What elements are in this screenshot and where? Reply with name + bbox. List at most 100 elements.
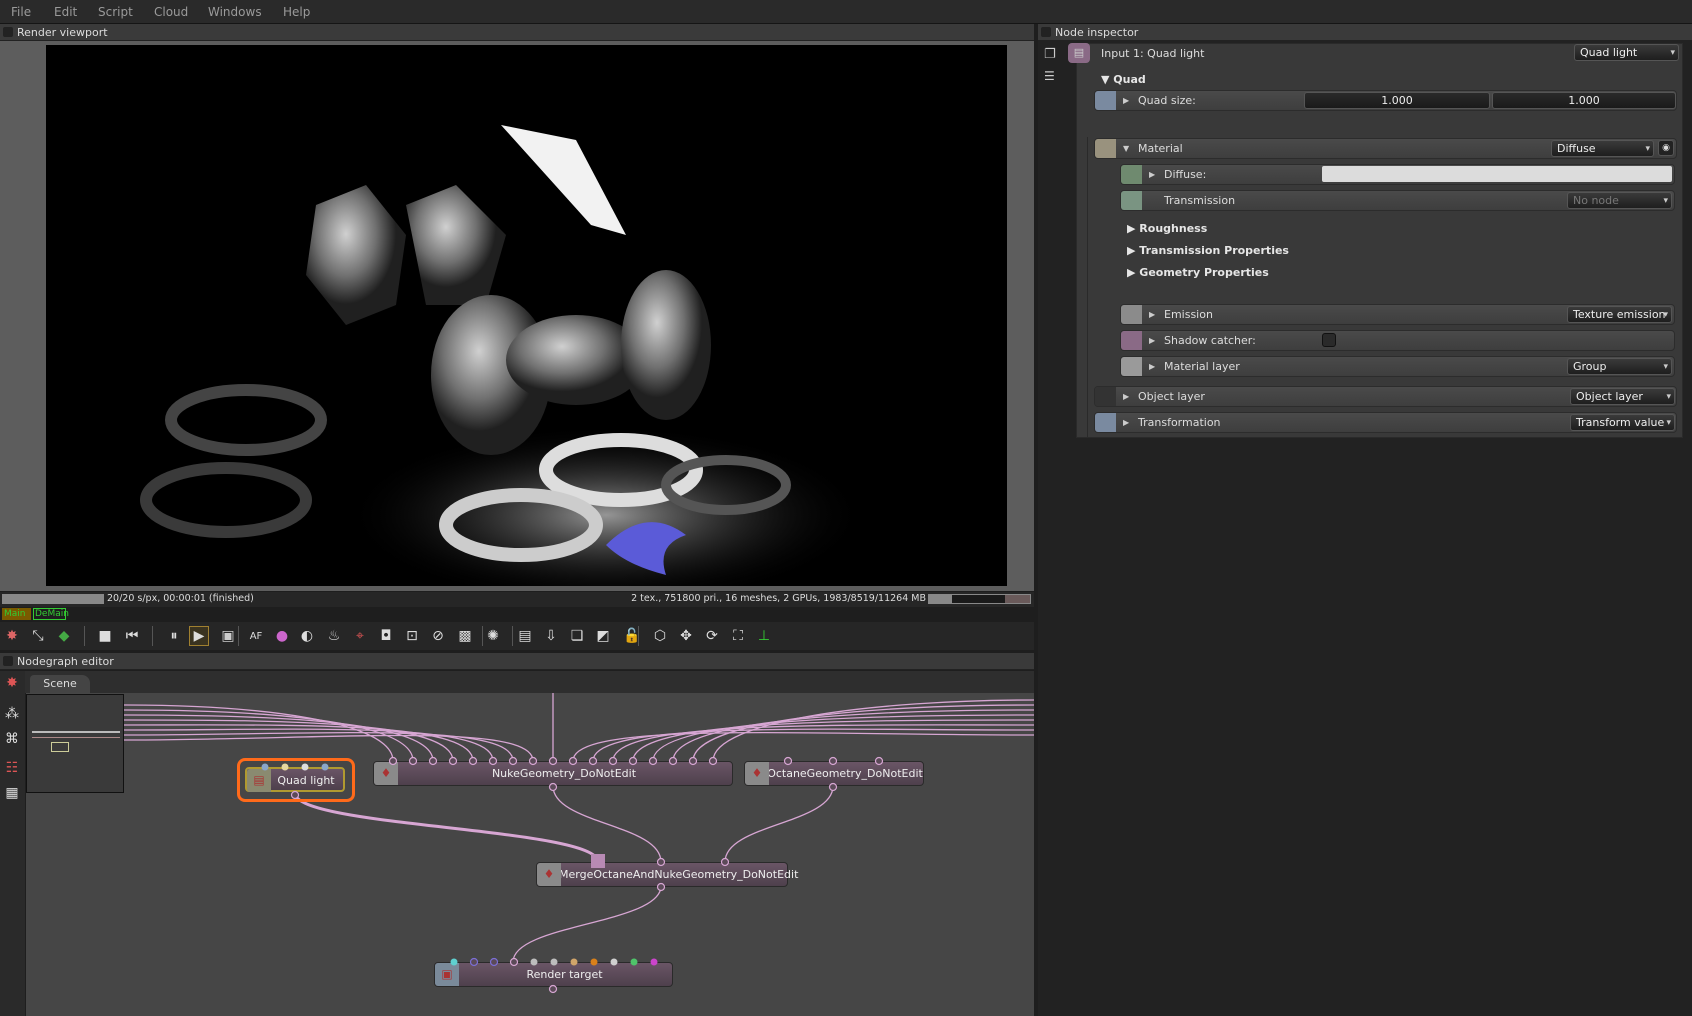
quad-size-y-field[interactable]: 1.000 <box>1492 92 1676 109</box>
nodegraph-toolstrip: ✸ ⁂ ⌘ ☷ ▦ <box>0 671 25 1016</box>
collapse-arrow-icon[interactable]: ▼ <box>1123 139 1129 158</box>
toolbar-separator <box>482 626 483 646</box>
emission-row: ▶ Emission Texture emission <box>1120 304 1675 325</box>
menu-help[interactable]: Help <box>283 5 310 19</box>
box-icon[interactable]: ⬡ <box>650 626 670 646</box>
fullscreen-icon[interactable]: ⛶ <box>728 626 748 646</box>
merge-geometry-node[interactable]: ♦ MergeOctaneAndNukeGeometry_DoNotEdit <box>536 862 798 887</box>
zoom-pick-icon[interactable]: ⊡ <box>402 626 422 646</box>
collapse-all-icon[interactable]: ☰ <box>1044 69 1055 83</box>
region-icon[interactable]: ▣ <box>218 626 238 646</box>
checker-icon[interactable]: ▩ <box>455 626 475 646</box>
section-label: Geometry Properties <box>1139 266 1269 279</box>
af-icon[interactable]: AF <box>246 626 266 646</box>
panel-checkbox[interactable] <box>1041 27 1051 37</box>
material-pick-icon[interactable]: ♨ <box>324 626 344 646</box>
expand-arrow-icon[interactable]: ▶ <box>1123 413 1129 432</box>
expand-arrow-icon[interactable]: ▶ <box>1149 331 1155 350</box>
render-image[interactable] <box>46 45 1007 586</box>
node-wire <box>123 719 454 762</box>
quad-section-toggle[interactable]: ▼ Quad <box>1101 73 1146 86</box>
shadow-catcher-checkbox[interactable] <box>1322 333 1336 347</box>
node-label: Render target <box>526 968 603 981</box>
render-toolbar: ✸ ⤡ ◆ ■ ⏮ ⏸ ▶ ▣ AF ● ◐ ♨ ⌖ ◘ ⊡ ⊘ ▩ ✺ ▤ ⇩ ❏ ◩ 🔓 ⬡ ✥ ⟳ ⛶ ⊥ <box>0 622 1034 650</box>
quad-light-node[interactable]: ▤ Quad light <box>245 767 345 792</box>
focus-pick-icon[interactable]: ◘ <box>376 626 396 646</box>
restart-icon[interactable]: ⏮ <box>122 626 142 646</box>
geometry-properties-section[interactable]: ▶ Geometry Properties <box>1127 266 1269 279</box>
quad-size-x-field[interactable]: 1.000 <box>1304 92 1490 109</box>
arrange-nodes-icon[interactable]: ⁂ <box>2 704 22 724</box>
input-type-dropdown[interactable]: Quad light <box>1574 44 1679 61</box>
node-wire <box>592 728 1034 762</box>
texture-pin-icon <box>1121 191 1142 210</box>
tag-main[interactable]: Main <box>2 608 31 620</box>
expand-all-icon[interactable]: ❐ <box>1044 47 1056 62</box>
material-label: Material <box>1138 142 1183 155</box>
expand-arrow-icon[interactable]: ▶ <box>1149 357 1155 376</box>
node-list-icon[interactable]: ☷ <box>2 758 22 778</box>
cube-color-icon[interactable]: ◆ <box>54 626 74 646</box>
tab-scene[interactable]: Scene <box>30 675 90 693</box>
gauge-icon[interactable]: ✺ <box>483 626 503 646</box>
panel-checkbox[interactable] <box>3 656 13 666</box>
shadow-catcher-label: Shadow catcher: <box>1164 334 1256 347</box>
material-type-dropdown[interactable]: Diffuse <box>1551 140 1654 157</box>
octane-geometry-node[interactable]: ♦ OctaneGeometry_DoNotEdit <box>744 761 924 786</box>
transformation-row: ▶ Transformation Transform value <box>1094 412 1677 433</box>
diffuse-row: ▶ Diffuse: <box>1120 164 1675 185</box>
roughness-section[interactable]: ▶ Roughness <box>1127 222 1207 235</box>
stop-icon[interactable]: ■ <box>95 626 115 646</box>
lens-icon[interactable]: ⊘ <box>428 626 448 646</box>
expand-arrow-icon[interactable]: ▶ <box>1123 91 1129 110</box>
expand-arrow-icon[interactable]: ▶ <box>1149 165 1155 184</box>
lock-icon[interactable]: 🔓 <box>622 626 642 646</box>
panel-title: Nodegraph editor <box>17 655 114 668</box>
grid-icon[interactable]: ▦ <box>2 783 22 803</box>
menu-script[interactable]: Script <box>98 5 133 19</box>
menu-windows[interactable]: Windows <box>208 5 262 19</box>
play-icon[interactable]: ▶ <box>189 626 209 646</box>
recenter-icon[interactable]: ✸ <box>2 626 22 646</box>
eye-icon[interactable]: ◉ <box>1658 140 1674 156</box>
render-target-node[interactable]: ▣ Render target <box>434 962 673 987</box>
transformation-dropdown[interactable]: Transform value <box>1570 414 1675 431</box>
move-icon[interactable]: ✥ <box>676 626 696 646</box>
menu-cloud[interactable]: Cloud <box>154 5 188 19</box>
pause-icon[interactable]: ⏸ <box>164 626 184 646</box>
sphere-pick-icon[interactable]: ◐ <box>297 626 317 646</box>
distribute-nodes-icon[interactable]: ⌘ <box>2 729 22 749</box>
material-layer-dropdown[interactable]: Group <box>1567 358 1672 375</box>
material-layer-label: Material layer <box>1164 360 1240 373</box>
color-wheel-icon[interactable]: ● <box>272 626 292 646</box>
clipboard-icon[interactable]: ▤ <box>515 626 535 646</box>
image-compare-icon[interactable]: ◩ <box>593 626 613 646</box>
emission-dropdown[interactable]: Texture emission <box>1567 306 1672 323</box>
object-layer-dropdown[interactable]: Object layer <box>1570 388 1675 405</box>
axis-icon[interactable]: ⊥ <box>754 626 774 646</box>
fit-icon[interactable]: ⤡ <box>28 626 48 646</box>
diffuse-color-swatch[interactable] <box>1322 166 1672 182</box>
node-label: OctaneGeometry_DoNotEdit <box>767 767 923 780</box>
merge-geometry-icon: ♦ <box>537 863 561 886</box>
nodegraph-minimap[interactable] <box>26 694 124 793</box>
menu-file[interactable]: File <box>11 5 31 19</box>
object-pick-icon[interactable]: ⌖ <box>350 626 370 646</box>
nuke-geometry-node[interactable]: ♦ NukeGeometry_DoNotEdit <box>373 761 733 786</box>
menu-edit[interactable]: Edit <box>54 5 77 19</box>
panel-checkbox[interactable] <box>3 27 13 37</box>
expand-arrow-icon[interactable]: ▶ <box>1123 387 1129 406</box>
transmission-dropdown[interactable]: No node <box>1567 192 1672 209</box>
recenter-icon[interactable]: ✸ <box>2 673 22 693</box>
diffuse-label: Diffuse: <box>1164 168 1207 181</box>
octane-geometry-icon: ♦ <box>745 762 769 785</box>
expand-arrow-icon[interactable]: ▶ <box>1149 305 1155 324</box>
transmission-properties-section[interactable]: ▶ Transmission Properties <box>1127 244 1289 257</box>
rotate-icon[interactable]: ⟳ <box>702 626 722 646</box>
export-icon[interactable]: ⇩ <box>541 626 561 646</box>
node-wire <box>724 785 834 863</box>
tag-demain[interactable]: DeMain <box>33 608 69 620</box>
node-label: MergeOctaneAndNukeGeometry_DoNotEdit <box>559 868 799 881</box>
layers-icon[interactable]: ❏ <box>567 626 587 646</box>
render-progress-bar <box>2 594 104 604</box>
